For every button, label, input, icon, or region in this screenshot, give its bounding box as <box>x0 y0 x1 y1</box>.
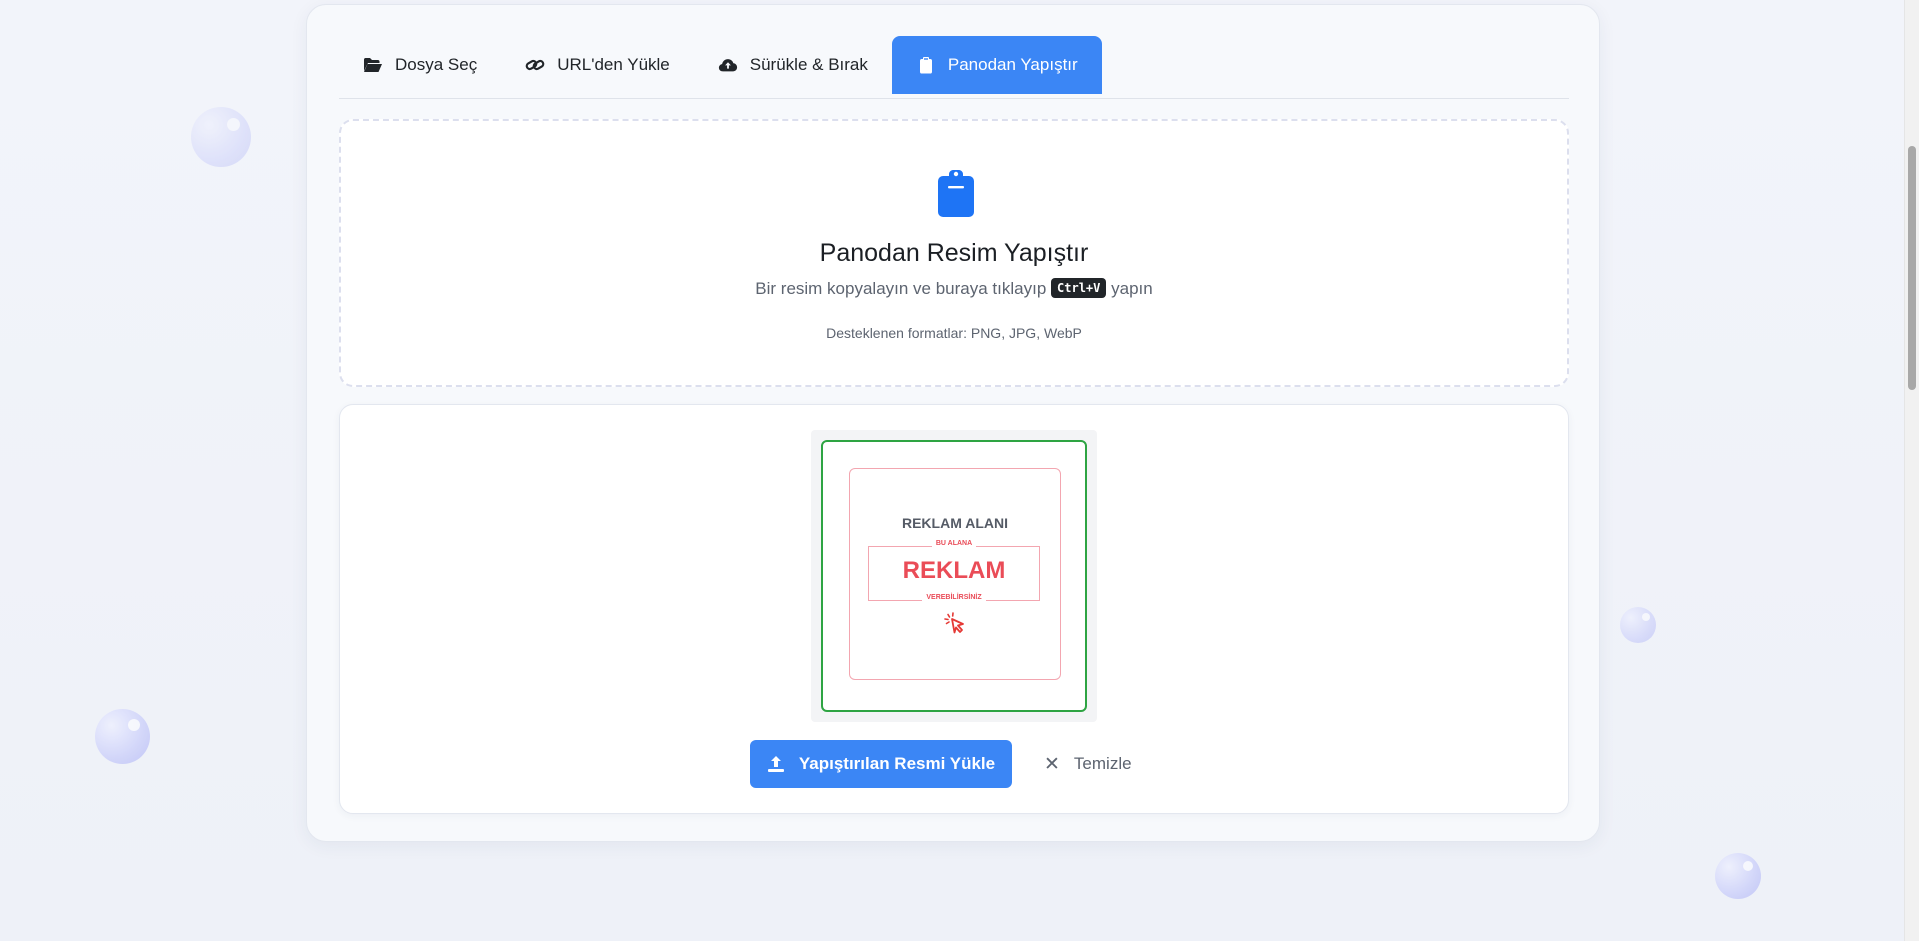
instruction-text-end: yapın <box>1111 279 1153 298</box>
dropzone-instructions: Bir resim kopyalayın ve buraya tıklayıp … <box>341 278 1567 299</box>
keyboard-shortcut: Ctrl+V <box>1051 278 1107 298</box>
decorative-bubble <box>1715 853 1761 899</box>
link-icon <box>525 56 545 74</box>
instruction-text: Bir resim kopyalayın ve buraya tıklayıp <box>755 279 1047 298</box>
upload-button-label: Yapıştırılan Resmi Yükle <box>798 754 996 773</box>
clipboard-icon <box>938 169 974 222</box>
page-scrollbar[interactable] <box>1904 0 1919 941</box>
ad-small-bottom: VEREBİLİRSİNİZ <box>922 594 986 601</box>
tab-file-select[interactable]: Dosya Seç <box>339 36 501 94</box>
clear-button[interactable]: ✕ Temizle <box>1030 740 1146 788</box>
cloud-upload-icon <box>718 56 738 74</box>
tab-drag-drop[interactable]: Sürükle & Bırak <box>694 36 892 94</box>
upload-pasted-image-button[interactable]: Yapıştırılan Resmi Yükle <box>750 740 1012 788</box>
image-preview: REKLAM ALANI BU ALANA REKLAM VEREBİLİRSİ… <box>811 430 1097 722</box>
cursor-click-icon <box>944 612 968 641</box>
folder-open-icon <box>363 56 383 74</box>
upload-card: Dosya Seç URL'den Yükle Sürükle & Bırak … <box>306 4 1600 842</box>
pasted-image: REKLAM ALANI BU ALANA REKLAM VEREBİLİRSİ… <box>821 440 1087 712</box>
paste-dropzone[interactable]: Panodan Resim Yapıştır Bir resim kopyala… <box>339 119 1569 387</box>
upload-icon <box>767 755 785 773</box>
close-icon: ✕ <box>1044 753 1060 775</box>
tab-paste-clipboard[interactable]: Panodan Yapıştır <box>891 36 1102 94</box>
clipboard-icon <box>916 56 936 74</box>
preview-panel: REKLAM ALANI BU ALANA REKLAM VEREBİLİRSİ… <box>339 404 1569 814</box>
scrollbar-thumb[interactable] <box>1908 146 1916 390</box>
ad-big-text: REKLAM <box>902 557 1006 584</box>
tab-label: Dosya Seç <box>395 55 478 74</box>
decorative-bubble <box>1620 607 1656 643</box>
ad-small-top: BU ALANA <box>931 540 977 547</box>
tab-url-upload[interactable]: URL'den Yükle <box>501 36 694 94</box>
ad-title: REKLAM ALANI <box>901 515 1009 531</box>
supported-formats: Desteklenen formatlar: PNG, JPG, WebP <box>826 325 1082 341</box>
tab-label: Sürükle & Bırak <box>749 55 868 74</box>
ad-inner-frame: REKLAM ALANI BU ALANA REKLAM VEREBİLİRSİ… <box>849 468 1061 680</box>
tab-label: URL'den Yükle <box>557 55 670 74</box>
ad-box: BU ALANA REKLAM VEREBİLİRSİNİZ <box>868 540 1040 601</box>
upload-tabs: Dosya Seç URL'den Yükle Sürükle & Bırak … <box>339 36 1569 99</box>
decorative-bubble <box>95 709 150 764</box>
decorative-bubble <box>191 107 251 167</box>
tab-label: Panodan Yapıştır <box>947 55 1078 74</box>
clear-button-label: Temizle <box>1073 754 1132 773</box>
dropzone-title: Panodan Resim Yapıştır <box>819 239 1089 267</box>
